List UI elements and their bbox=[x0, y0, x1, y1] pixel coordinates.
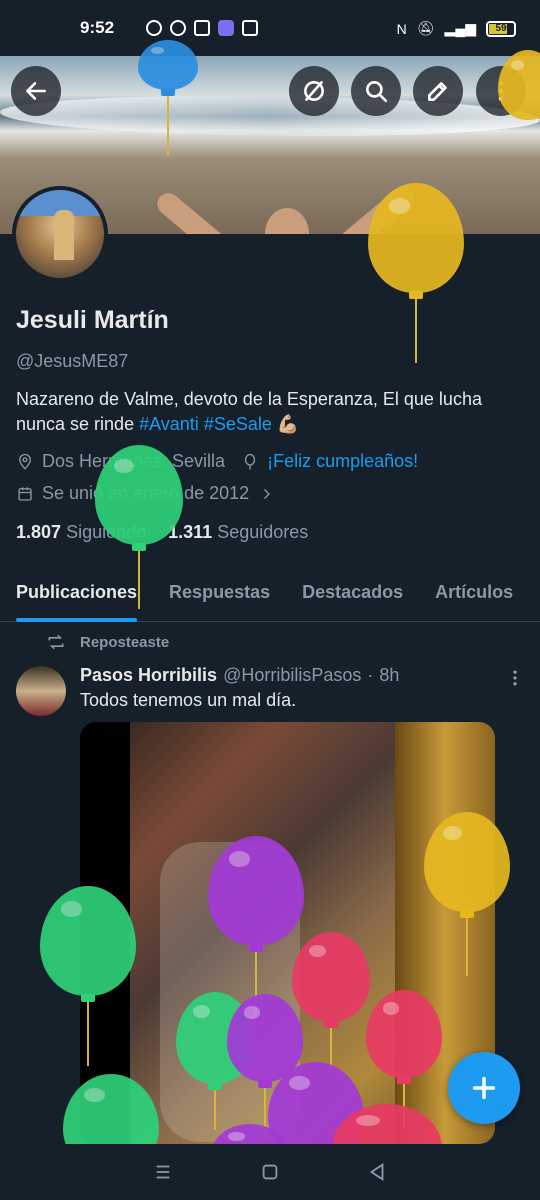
more-button[interactable] bbox=[476, 66, 526, 116]
post-more-button[interactable] bbox=[505, 668, 525, 688]
signal-icon: ▂▄▆ bbox=[444, 20, 476, 36]
status-bar: 9:52 N 🔕︎ ▂▄▆ 59 bbox=[0, 0, 540, 56]
search-button[interactable] bbox=[351, 66, 401, 116]
chat-icon bbox=[170, 20, 187, 36]
tab-respuestas[interactable]: Respuestas bbox=[153, 570, 286, 621]
status-time: 9:52 bbox=[80, 18, 115, 37]
joined-row[interactable]: Se unió en enero de 2012 bbox=[16, 483, 275, 504]
post-text: Todos tenemos un mal día. bbox=[80, 690, 297, 710]
following-label: Siguiendo bbox=[66, 522, 147, 542]
home-icon[interactable] bbox=[259, 1161, 281, 1183]
profile-name: Jesuli Martín bbox=[16, 306, 169, 334]
post-author-avatar[interactable] bbox=[16, 666, 66, 716]
compose-button[interactable] bbox=[413, 66, 463, 116]
profile-joined: Se unió en enero de 2012 bbox=[42, 483, 250, 503]
followers-stat[interactable]: 1.311 Seguidores bbox=[168, 522, 308, 543]
calendar-icon bbox=[18, 486, 32, 501]
back-nav-icon[interactable] bbox=[366, 1161, 388, 1183]
new-post-button[interactable] bbox=[448, 1052, 520, 1124]
profile-location: Dos Hermanas, Sevilla bbox=[42, 451, 226, 471]
search-icon bbox=[366, 81, 388, 103]
profile-tabs: Publicaciones Respuestas Destacados Artí… bbox=[0, 570, 540, 622]
compose-icon bbox=[428, 82, 447, 101]
hashtag-link[interactable]: #Avanti bbox=[139, 414, 199, 434]
profile-meta-row: Dos Hermanas, Sevilla ¡Feliz cumpleaños! bbox=[16, 451, 418, 472]
tab-publicaciones[interactable]: Publicaciones bbox=[0, 570, 153, 622]
notification-icons bbox=[146, 20, 259, 36]
battery-icon: 59 bbox=[486, 20, 516, 37]
browser-icon bbox=[242, 20, 259, 36]
followers-label: Seguidores bbox=[217, 522, 309, 542]
whatsapp-icon bbox=[146, 20, 163, 36]
post-author-name[interactable]: Pasos Horribilis bbox=[80, 665, 217, 686]
hide-icon bbox=[304, 81, 324, 101]
post-author-handle[interactable]: @HorribilisPasos bbox=[223, 665, 361, 686]
nfc-icon: N bbox=[396, 20, 407, 37]
calendar-icon bbox=[194, 20, 211, 36]
back-button[interactable] bbox=[11, 66, 61, 116]
follow-stats: 1.807 Siguiendo 1.311 Seguidores bbox=[16, 522, 308, 543]
following-count: 1.807 bbox=[16, 522, 62, 542]
profile-handle: @JesusME87 bbox=[16, 351, 129, 371]
arrow-left-icon bbox=[26, 82, 46, 100]
repost-indicator: Reposteaste bbox=[46, 632, 169, 652]
post-separator: · bbox=[367, 665, 374, 685]
system-nav-bar bbox=[0, 1144, 540, 1200]
tab-articulos[interactable]: Artículos bbox=[419, 570, 529, 621]
system-icons: N 🔕︎ ▂▄▆ 59 bbox=[397, 20, 516, 37]
profile-bio: Nazareno de Valme, devoto de la Esperanz… bbox=[16, 387, 516, 437]
more-vertical-icon bbox=[513, 670, 517, 686]
hashtag-link[interactable]: #SeSale bbox=[204, 414, 272, 434]
location-icon bbox=[19, 453, 31, 470]
post-video[interactable] bbox=[80, 722, 495, 1144]
post-header: Pasos Horribilis @HorribilisPasos · 8h bbox=[80, 665, 399, 686]
plus-icon bbox=[472, 1076, 496, 1100]
chevron-right-icon bbox=[264, 488, 271, 499]
repost-icon bbox=[48, 634, 64, 650]
following-stat[interactable]: 1.807 Siguiendo bbox=[16, 522, 146, 543]
hide-button[interactable] bbox=[289, 66, 339, 116]
mute-icon: 🔕︎ bbox=[416, 20, 435, 36]
post-time: 8h bbox=[379, 665, 400, 685]
profile-avatar[interactable] bbox=[12, 186, 108, 282]
followers-count: 1.311 bbox=[168, 522, 213, 542]
more-vertical-icon bbox=[498, 81, 504, 101]
balloon-icon bbox=[244, 453, 256, 469]
cloud-icon bbox=[218, 20, 235, 36]
recents-icon[interactable] bbox=[152, 1161, 174, 1183]
birthday-link[interactable]: ¡Feliz cumpleaños! bbox=[267, 451, 418, 472]
repost-label: Reposteaste bbox=[80, 633, 170, 651]
bio-emoji: 💪🏼 bbox=[276, 414, 300, 434]
tab-destacados[interactable]: Destacados bbox=[286, 570, 419, 621]
